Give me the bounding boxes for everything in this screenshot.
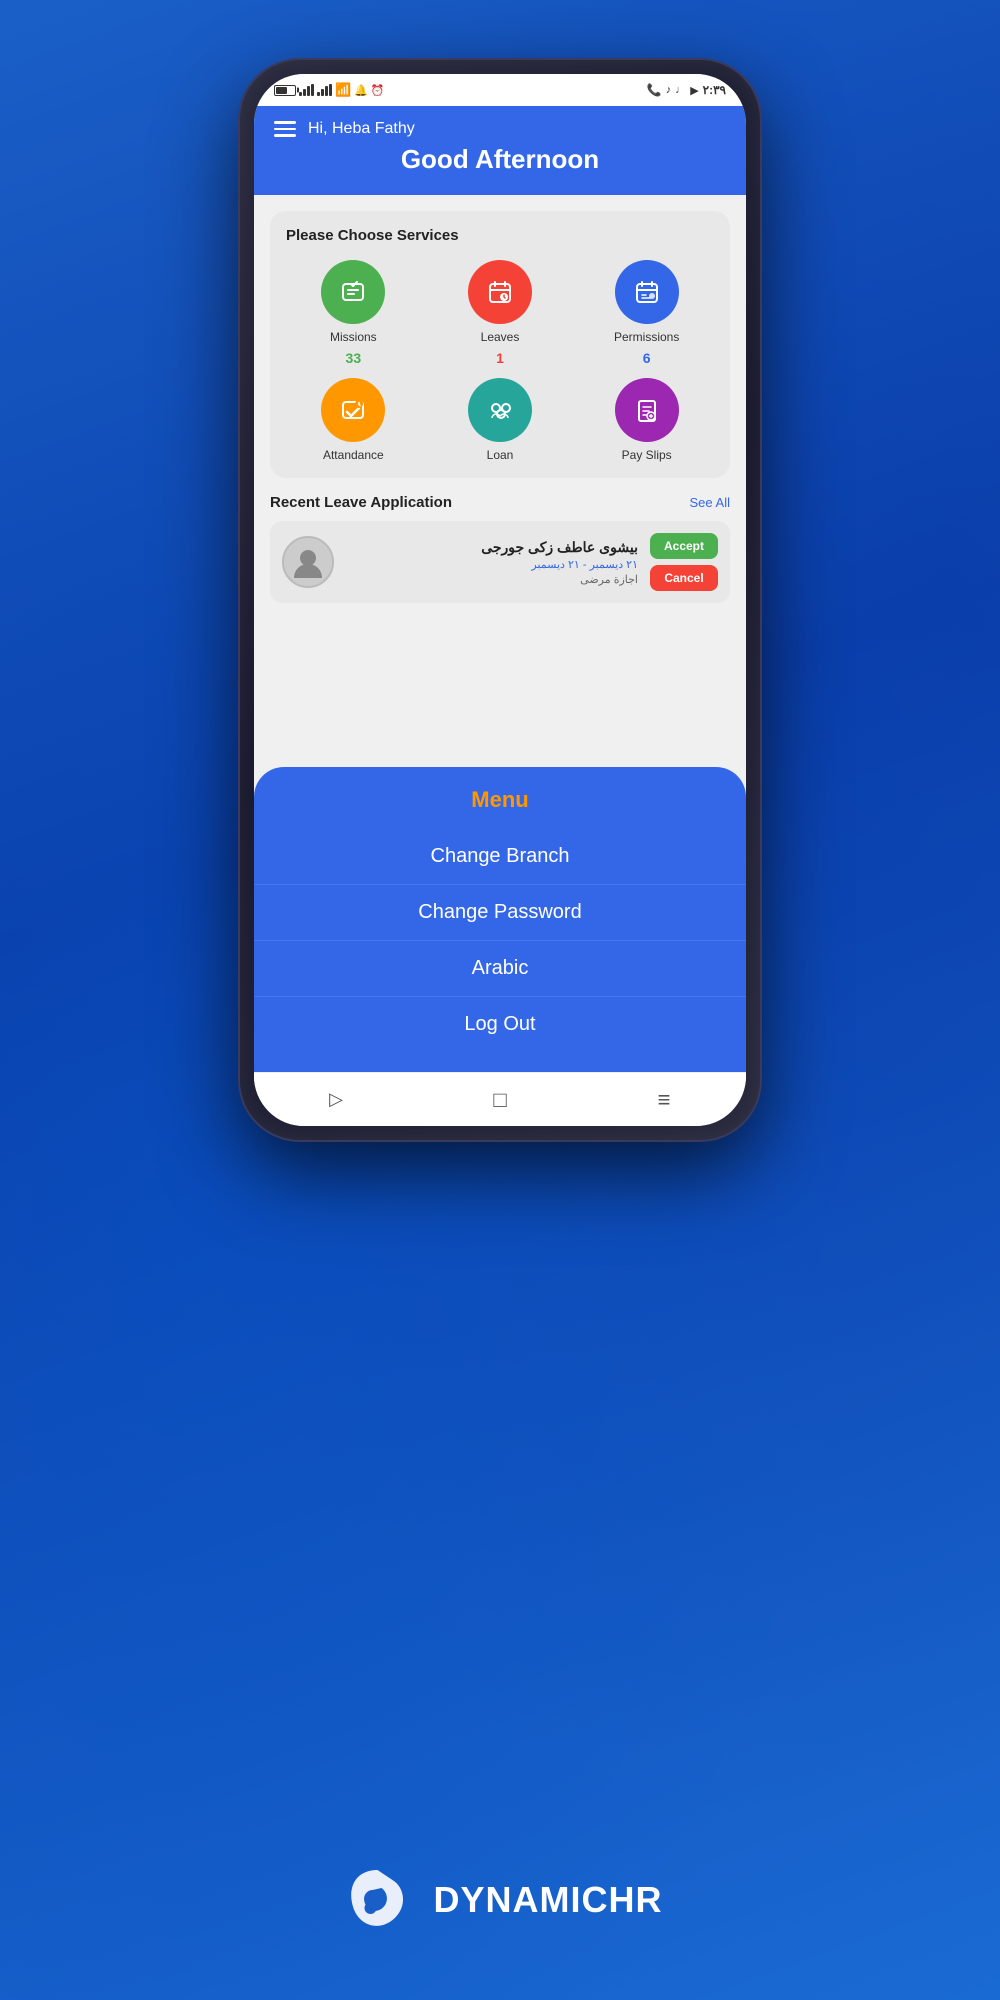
loan-label: Loan bbox=[487, 448, 514, 462]
nav-menu-icon: ≡ bbox=[658, 1087, 671, 1113]
nav-back-button[interactable]: ▷ bbox=[314, 1078, 358, 1122]
recent-leave-section: Recent Leave Application See All بيشوى ع… bbox=[270, 494, 730, 603]
hamburger-menu-icon[interactable] bbox=[274, 121, 296, 137]
wifi-icon: 📶 bbox=[335, 82, 351, 98]
notification-icon: 🔔 bbox=[354, 84, 368, 97]
payslips-icon bbox=[615, 378, 679, 442]
app-icon-misc: ♪ bbox=[666, 84, 672, 96]
attendance-icon bbox=[321, 378, 385, 442]
leave-info: بيشوى عاطف زكى جورجى ٢١ ديسمبر - ٢١ ديسم… bbox=[346, 539, 638, 586]
leave-card: بيشوى عاطف زكى جورجى ٢١ ديسمبر - ٢١ ديسم… bbox=[270, 521, 730, 603]
attendance-label: Attandance bbox=[323, 448, 384, 462]
leave-actions: Accept Cancel bbox=[650, 533, 718, 591]
leave-avatar bbox=[282, 536, 334, 588]
cancel-button[interactable]: Cancel bbox=[650, 565, 718, 591]
alarm-icon: ⏰ bbox=[371, 84, 385, 97]
leave-type: اجازة مرضى bbox=[346, 573, 638, 586]
phone-wrapper: 📶 🔔 ⏰ 📞 ♪ ♩ ▶ ٢:٣٩ Hi, H bbox=[240, 60, 760, 1140]
nav-home-icon: □ bbox=[493, 1087, 506, 1113]
header-afternoon: Good Afternoon bbox=[274, 144, 726, 175]
bottom-nav: ▷ □ ≡ bbox=[254, 1072, 746, 1126]
header-greeting: Hi, Heba Fathy bbox=[308, 120, 415, 138]
services-card: Please Choose Services Miss bbox=[270, 211, 730, 478]
time-display: ٢:٣٩ bbox=[703, 83, 726, 97]
nav-menu-button[interactable]: ≡ bbox=[642, 1078, 686, 1122]
service-payslips[interactable]: Pay Slips bbox=[579, 378, 714, 462]
menu-item-change-password[interactable]: Change Password bbox=[254, 885, 746, 941]
menu-item-logout[interactable]: Log Out bbox=[254, 997, 746, 1052]
brand-name-text: DYNAMICHR bbox=[434, 1879, 663, 1921]
status-bar: 📶 🔔 ⏰ 📞 ♪ ♩ ▶ ٢:٣٩ bbox=[254, 74, 746, 106]
permissions-count: 6 bbox=[643, 350, 651, 366]
brand-section: DYNAMICHR bbox=[338, 1860, 663, 1940]
payslips-label: Pay Slips bbox=[622, 448, 672, 462]
see-all-link[interactable]: See All bbox=[690, 495, 730, 510]
leave-name: بيشوى عاطف زكى جورجى bbox=[346, 539, 638, 556]
menu-item-arabic[interactable]: Arabic bbox=[254, 941, 746, 997]
leaves-count: 1 bbox=[496, 350, 504, 366]
header-top: Hi, Heba Fathy bbox=[274, 120, 726, 138]
recent-title: Recent Leave Application bbox=[270, 494, 452, 511]
missions-label: Missions bbox=[330, 330, 377, 344]
app-content: Please Choose Services Miss bbox=[254, 195, 746, 1072]
status-right: 📞 ♪ ♩ ▶ ٢:٣٩ bbox=[647, 83, 726, 97]
service-attendance[interactable]: Attandance bbox=[286, 378, 421, 462]
battery-fill bbox=[276, 87, 287, 94]
missions-count: 33 bbox=[346, 350, 362, 366]
service-loan[interactable]: Loan bbox=[433, 378, 568, 462]
accept-button[interactable]: Accept bbox=[650, 533, 718, 559]
signal-bars-2 bbox=[317, 84, 332, 96]
phone-outer: 📶 🔔 ⏰ 📞 ♪ ♩ ▶ ٢:٣٩ Hi, H bbox=[240, 60, 760, 1140]
leaves-icon bbox=[468, 260, 532, 324]
service-missions[interactable]: Missions 33 bbox=[286, 260, 421, 366]
app-icon-tiktok: ♩ bbox=[675, 84, 686, 96]
loan-icon bbox=[468, 378, 532, 442]
menu-title: Menu bbox=[254, 787, 746, 813]
leave-dates: ٢١ ديسمبر - ٢١ ديسمبر bbox=[346, 558, 638, 571]
brand-logo-icon bbox=[338, 1860, 418, 1940]
leaves-label: Leaves bbox=[481, 330, 520, 344]
signal-bars-1 bbox=[299, 84, 314, 96]
permissions-icon bbox=[615, 260, 679, 324]
phone-screen: 📶 🔔 ⏰ 📞 ♪ ♩ ▶ ٢:٣٩ Hi, H bbox=[254, 74, 746, 1126]
services-grid: Missions 33 bbox=[286, 260, 714, 462]
recent-header: Recent Leave Application See All bbox=[270, 494, 730, 511]
service-leaves[interactable]: Leaves 1 bbox=[433, 260, 568, 366]
permissions-label: Permissions bbox=[614, 330, 679, 344]
nav-home-button[interactable]: □ bbox=[478, 1078, 522, 1122]
menu-overlay: Menu Change Branch Change Password Arabi… bbox=[254, 767, 746, 1072]
app-icon-yt: ▶ bbox=[690, 84, 698, 97]
service-permissions[interactable]: Permissions 6 bbox=[579, 260, 714, 366]
app-header: Hi, Heba Fathy Good Afternoon bbox=[254, 106, 746, 195]
battery-icon bbox=[274, 85, 296, 96]
missions-icon bbox=[321, 260, 385, 324]
services-title: Please Choose Services bbox=[286, 227, 714, 244]
menu-item-change-branch[interactable]: Change Branch bbox=[254, 829, 746, 885]
nav-back-icon: ▷ bbox=[329, 1089, 343, 1110]
app-icon-phone: 📞 bbox=[647, 83, 662, 97]
status-left: 📶 🔔 ⏰ bbox=[274, 82, 385, 98]
